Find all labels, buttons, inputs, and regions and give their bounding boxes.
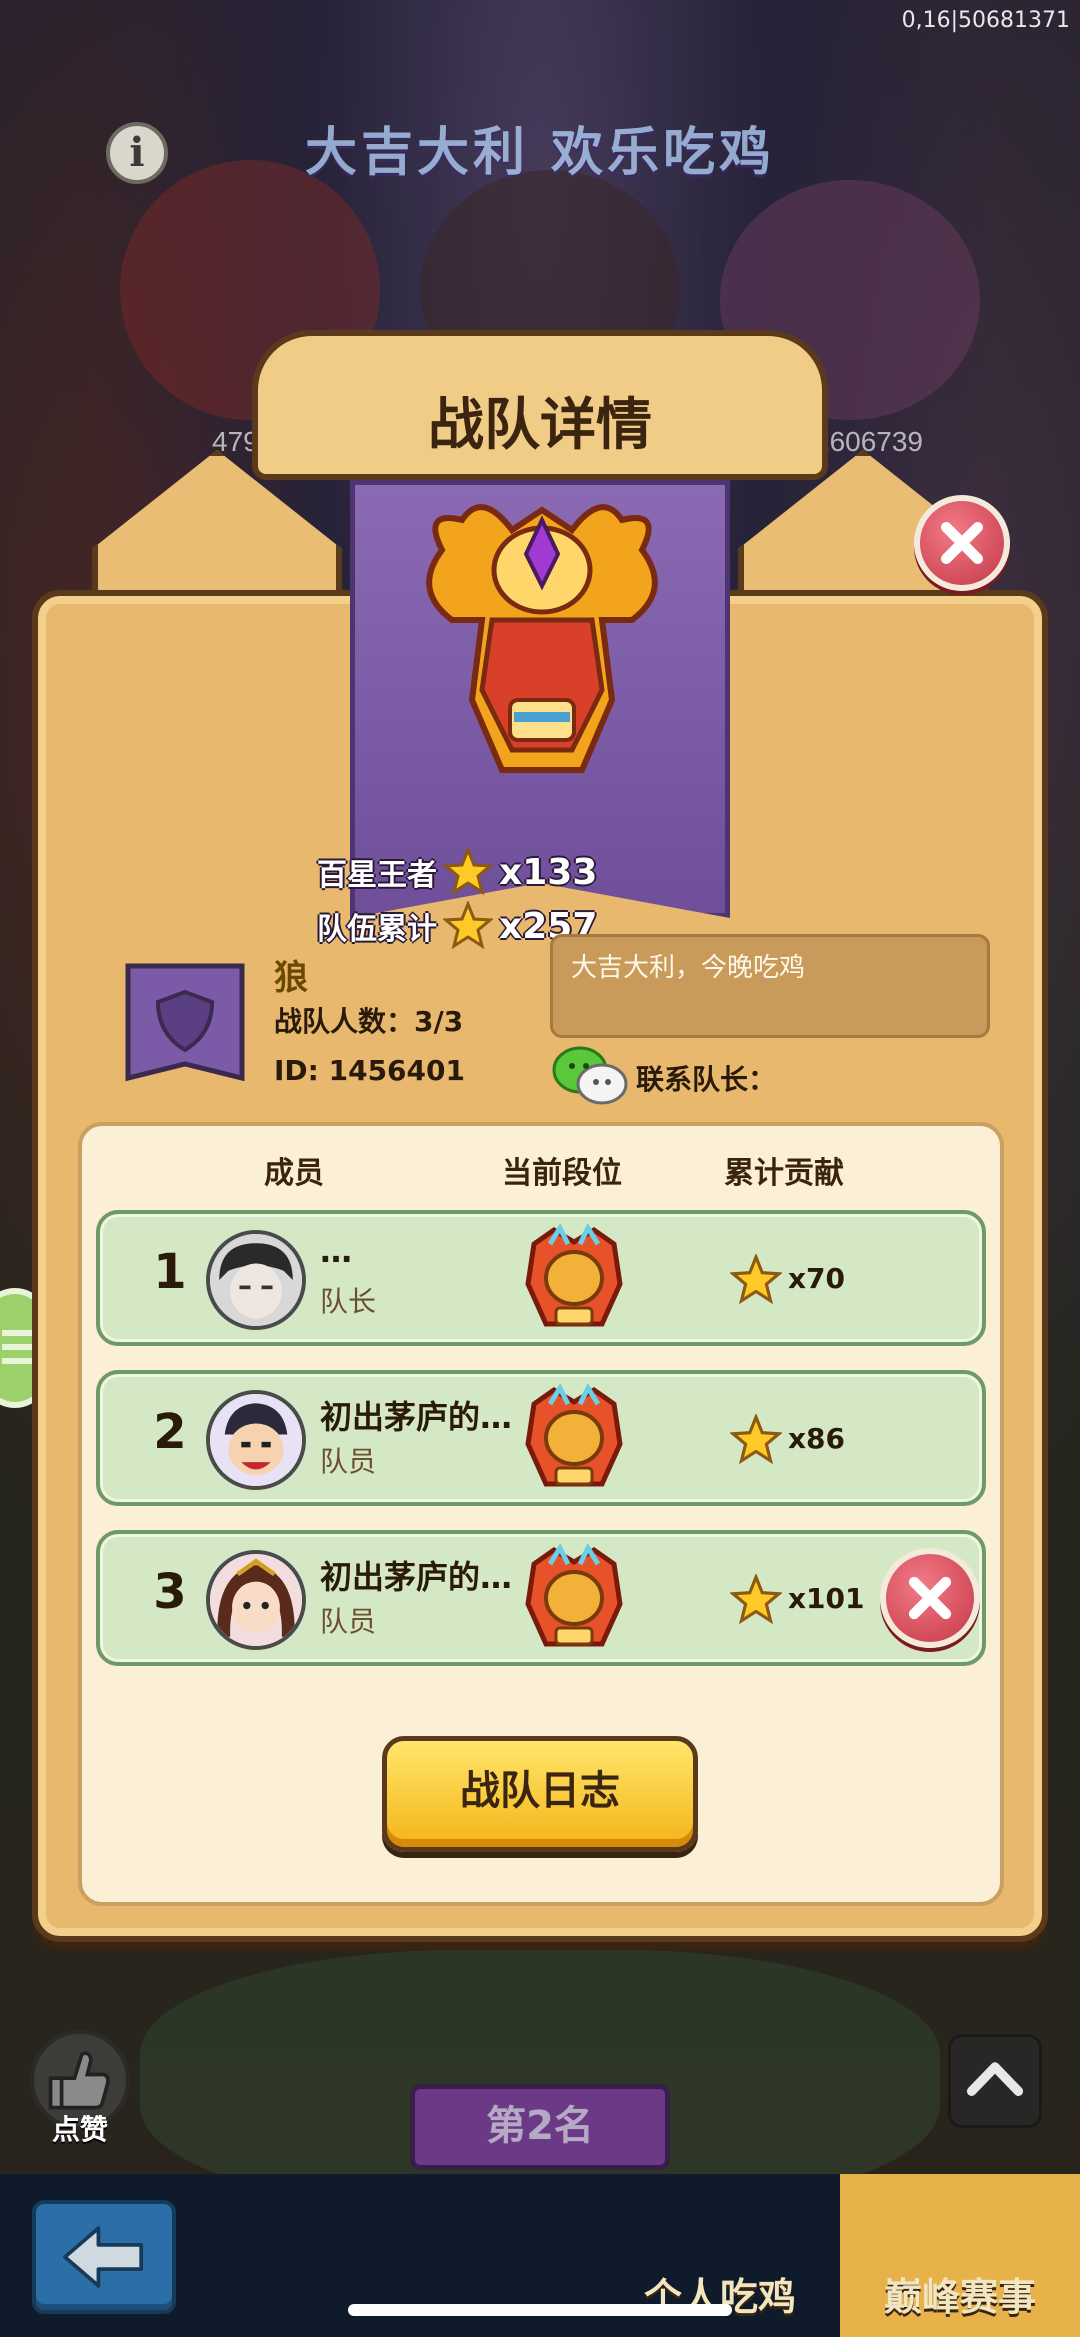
- member-role: 队员: [320, 1445, 377, 1478]
- star-icon: [730, 1414, 782, 1465]
- debug-id-text: 0,16|50681371: [901, 8, 1070, 33]
- dragon-rank-badge-icon: [525, 1544, 623, 1647]
- star-icon: [443, 901, 493, 950]
- team-total-label: 队伍累计: [317, 912, 437, 947]
- team-id: ID: 1456401: [274, 1054, 465, 1087]
- tab-peak-event-label: 巅峰赛事: [883, 2275, 1036, 2319]
- team-member-count: 战队人数：3/3: [274, 1005, 464, 1038]
- member-rank-number: 3: [153, 1564, 187, 1620]
- dragon-emblem-icon: [426, 504, 658, 773]
- rank-plate: 第2名: [410, 2084, 670, 2170]
- close-icon: [908, 1576, 952, 1620]
- member-row[interactable]: 1 … 队长 x70: [96, 1210, 986, 1346]
- member-avatar-image: [210, 1554, 302, 1646]
- king-stat-row: 百星王者 x133: [317, 844, 597, 900]
- avatar[interactable]: [206, 1230, 306, 1330]
- member-name: 初出茅庐的…: [320, 1398, 513, 1436]
- member-row[interactable]: 2 初出茅庐的… 队员 x86: [96, 1370, 986, 1506]
- close-icon: [941, 522, 983, 564]
- member-name: 初出茅庐的…: [320, 1558, 513, 1596]
- close-button[interactable]: [914, 495, 1010, 591]
- dragon-rank-badge-icon: [525, 1384, 623, 1487]
- back-button[interactable]: [32, 2200, 176, 2314]
- star-icon: [730, 1574, 782, 1625]
- chevron-up-icon: [966, 2062, 1024, 2096]
- avatar[interactable]: [206, 1550, 306, 1650]
- member-row[interactable]: 3 初出茅庐的… 队员 x101: [96, 1530, 986, 1666]
- home-indicator[interactable]: [348, 2304, 732, 2316]
- king-value: x133: [499, 851, 598, 893]
- info-icon[interactable]: i: [106, 122, 168, 184]
- member-avatar-image: [210, 1234, 302, 1326]
- back-arrow-icon: [63, 2226, 144, 2288]
- team-motto: 大吉大利，今晚吃鸡: [550, 934, 990, 1038]
- modal-title: 战队详情: [428, 393, 652, 458]
- team-name: 狼: [274, 958, 308, 998]
- member-role: 队员: [320, 1605, 377, 1638]
- king-label: 百星王者: [317, 858, 437, 893]
- avatar[interactable]: [206, 1390, 306, 1490]
- tab-peak-event[interactable]: 巅峰赛事: [840, 2174, 1080, 2337]
- member-contribution: x86: [788, 1422, 846, 1455]
- event-title: 大吉大利 欢乐吃鸡: [304, 123, 776, 183]
- team-log-button[interactable]: 战队日志: [382, 1736, 698, 1852]
- column-header-rank: 当前段位: [502, 1156, 622, 1191]
- contact-captain-label: 联系队长：: [636, 1063, 777, 1096]
- star-icon: [730, 1254, 782, 1305]
- member-name: …: [320, 1232, 352, 1270]
- team-flag-icon: [125, 963, 245, 1082]
- member-avatar-image: [210, 1394, 302, 1486]
- wechat-icon[interactable]: [550, 1044, 630, 1106]
- team-detail-modal: 战队详情 百星王者 x133 队伍累计 x257 狼 战队人数：3/3 ID: …: [32, 330, 1048, 1942]
- column-header-contribution: 累计贡献: [724, 1156, 844, 1191]
- member-rank-number: 1: [153, 1244, 187, 1300]
- member-role: 队长: [320, 1285, 377, 1318]
- star-icon: [443, 847, 493, 896]
- member-contribution: x70: [788, 1262, 846, 1295]
- column-header-member: 成员: [264, 1156, 324, 1191]
- dragon-rank-badge-icon: [525, 1224, 623, 1327]
- like-label: 点赞: [51, 2113, 108, 2146]
- member-contribution: x101: [788, 1582, 865, 1615]
- kick-member-button[interactable]: [880, 1548, 980, 1648]
- member-rank-number: 2: [153, 1404, 187, 1460]
- scroll-up-button[interactable]: [948, 2034, 1042, 2128]
